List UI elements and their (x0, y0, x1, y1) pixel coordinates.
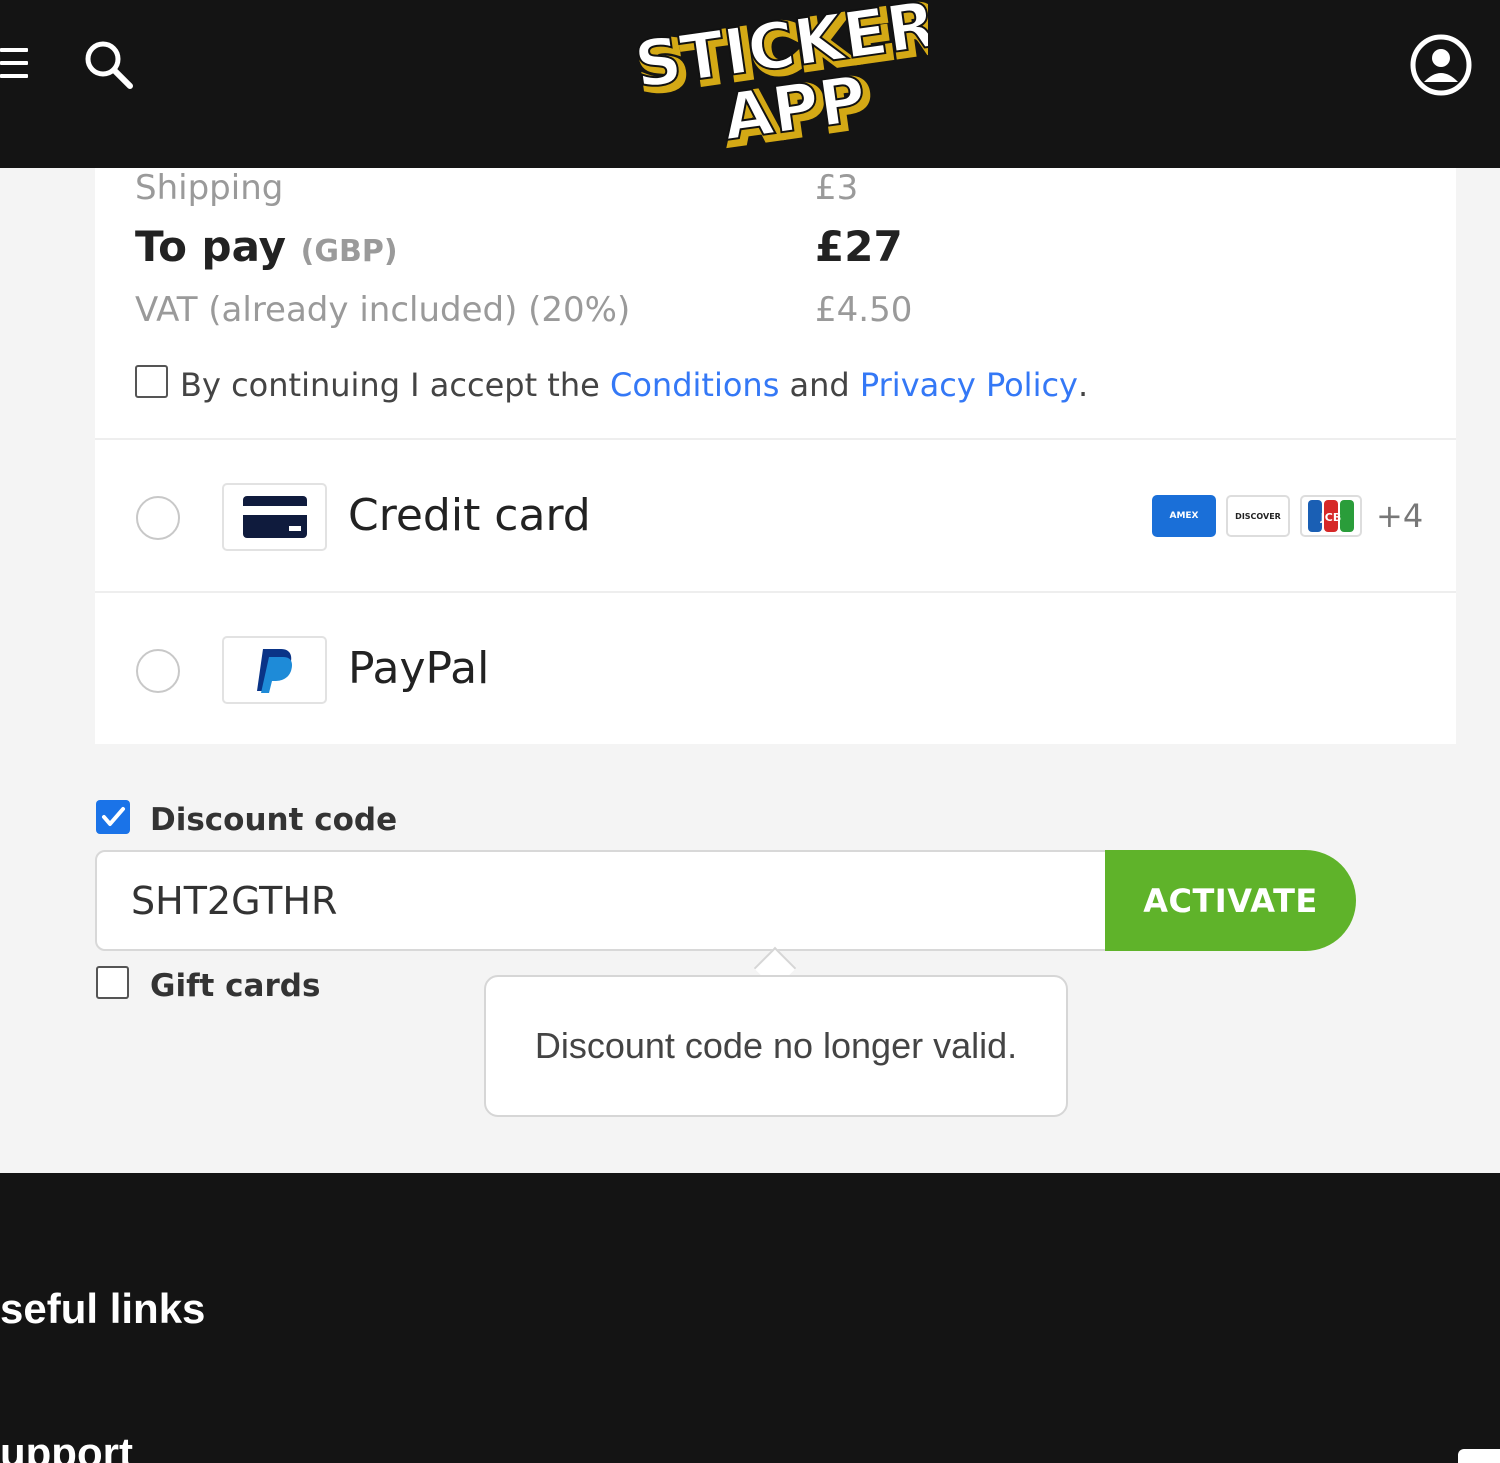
card-brands: AMEX DISCOVER JCB +4 (1152, 494, 1423, 538)
credit-card-radio[interactable] (136, 496, 180, 540)
discount-code-label: Discount code (150, 802, 398, 838)
paypal-radio[interactable] (136, 649, 180, 693)
activate-button[interactable]: ACTIVATE (1105, 850, 1356, 951)
order-summary: Shipping £3 To pay (GBP) £27 VAT (alread… (95, 168, 1456, 438)
privacy-policy-link[interactable]: Privacy Policy (860, 366, 1078, 404)
credit-card-label: Credit card (348, 490, 591, 541)
discover-icon: DISCOVER (1226, 495, 1290, 537)
credit-card-icon (222, 483, 327, 551)
site-footer: seful links upport (0, 1173, 1500, 1463)
stickerapp-logo[interactable]: STICKER STICKER APP APP (628, 0, 949, 163)
paypal-icon (222, 636, 327, 704)
hamburger-menu-icon[interactable] (0, 46, 28, 80)
discount-error-tooltip: Discount code no longer valid. (484, 975, 1068, 1117)
conditions-link[interactable]: Conditions (610, 366, 779, 404)
jcb-icon: JCB (1300, 495, 1362, 537)
payment-option-paypal[interactable]: PayPal (95, 591, 1456, 744)
checkout-card: Shipping £3 To pay (GBP) £27 VAT (alread… (95, 168, 1456, 744)
vat-label: VAT (already included) (20%) (135, 290, 631, 330)
paypal-label: PayPal (348, 643, 490, 694)
gift-cards-checkbox[interactable] (96, 966, 129, 999)
to-pay-label: To pay (GBP) (135, 222, 398, 271)
terms-text-suffix: . (1077, 366, 1089, 404)
payment-option-credit-card[interactable]: Credit card AMEX DISCOVER JCB +4 (95, 438, 1456, 591)
terms-text-and: and (779, 366, 860, 404)
terms-checkbox[interactable] (135, 364, 168, 398)
currency-label: (GBP) (300, 234, 398, 269)
discount-error-message: Discount code no longer valid. (534, 1025, 1018, 1066)
amex-icon: AMEX (1152, 495, 1216, 537)
support-link[interactable]: upport (0, 1429, 133, 1463)
site-header: STICKER STICKER APP APP (0, 0, 1500, 168)
to-pay-text: To pay (135, 222, 287, 271)
user-account-icon[interactable] (1408, 32, 1474, 98)
terms-text-prefix: By continuing I accept the (180, 366, 610, 404)
gift-cards-label: Gift cards (150, 968, 321, 1004)
more-brands-count: +4 (1376, 497, 1424, 535)
shipping-value: £3 (815, 168, 859, 208)
shipping-label: Shipping (135, 168, 284, 208)
terms-acceptance: By continuing I accept the Conditions an… (135, 364, 1089, 404)
discount-code-input[interactable] (95, 850, 1125, 951)
to-pay-value: £27 (815, 222, 903, 271)
discount-code-checkbox[interactable] (96, 800, 130, 834)
chat-widget[interactable] (1458, 1449, 1500, 1463)
useful-links-heading: seful links (0, 1285, 206, 1332)
search-icon[interactable] (80, 36, 136, 92)
vat-value: £4.50 (815, 290, 913, 330)
jcb-text: JCB (1320, 511, 1342, 524)
